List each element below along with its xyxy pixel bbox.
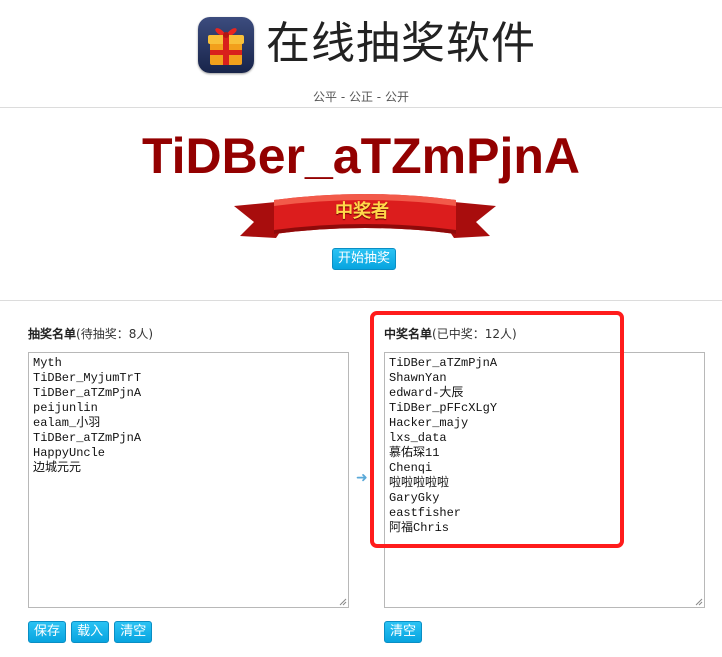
header: 在线抽奖软件 公平 - 公正 - 公开: [0, 0, 722, 108]
winner-entry: lxs_data: [389, 431, 447, 445]
winner-entry: GaryGky: [389, 491, 440, 505]
save-button[interactable]: 保存: [28, 621, 67, 643]
clear-pool-button[interactable]: 清空: [114, 621, 153, 643]
pool-entry: HappyUncle: [33, 446, 106, 460]
winner-entry: edward-大辰: [389, 386, 464, 400]
winner-entry: ShawnYan: [389, 371, 447, 385]
load-button[interactable]: 载入: [71, 621, 110, 643]
pool-title: 抽奖名单: [28, 327, 77, 341]
winner-entry: TiDBer_aTZmPjnA: [389, 356, 498, 370]
app-title: 在线抽奖软件: [266, 18, 536, 69]
pool-entry: ealam_小羽: [33, 416, 101, 430]
pool-entry: peijunlin: [33, 401, 98, 415]
slogan: 公平 - 公正 - 公开: [313, 90, 409, 104]
pool-label: 抽奖名单(待抽奖：8人): [28, 325, 153, 342]
winners-label: 中奖名单(已中奖：12人): [384, 325, 517, 342]
winner-name: TiDBer_aTZmPjnA: [141, 128, 581, 184]
winners-button-group: 清空: [384, 620, 423, 643]
winner-entry: Chenqi: [389, 461, 433, 475]
winner-entry: 慕佑琛11: [389, 446, 440, 460]
winners-textarea[interactable]: TiDBer_aTZmPjnA ShawnYan edward-大辰 TiDBe…: [384, 352, 705, 608]
start-draw-button[interactable]: 开始抽奖: [332, 248, 397, 270]
pool-entry: TiDBer_MyjumTrT: [33, 371, 142, 385]
resize-handle-icon[interactable]: [338, 597, 347, 606]
winner-entry: Hacker_majy: [389, 416, 469, 430]
arrow-right-icon: ➜: [356, 470, 368, 486]
clear-winners-button[interactable]: 清空: [384, 621, 423, 643]
divider: [0, 300, 722, 301]
resize-handle-icon[interactable]: [694, 597, 703, 606]
pool-textarea[interactable]: Myth TiDBer_MyjumTrT TiDBer_aTZmPjnA pei…: [28, 352, 349, 608]
pool-entry: TiDBer_aTZmPjnA: [33, 431, 142, 445]
winner-entry: TiDBer_pFFcXLgY: [389, 401, 498, 415]
pool-entry: TiDBer_aTZmPjnA: [33, 386, 142, 400]
winner-entry: 啦啦啦啦啦: [389, 476, 450, 490]
winner-entry: 阿福Chris: [389, 521, 450, 535]
winner-entry: eastfisher: [389, 506, 462, 520]
pool-status: (待抽奖：8人): [76, 327, 154, 341]
pool-entry: Myth: [33, 356, 62, 370]
gift-box-icon: [198, 17, 254, 73]
winners-title: 中奖名单: [384, 327, 433, 341]
winner-banner-label: 中奖者: [335, 201, 389, 222]
pool-button-group: 保存 载入 清空: [28, 620, 153, 643]
winners-status: (已中奖：12人): [432, 327, 517, 341]
pool-entry: 边城元元: [33, 461, 82, 475]
